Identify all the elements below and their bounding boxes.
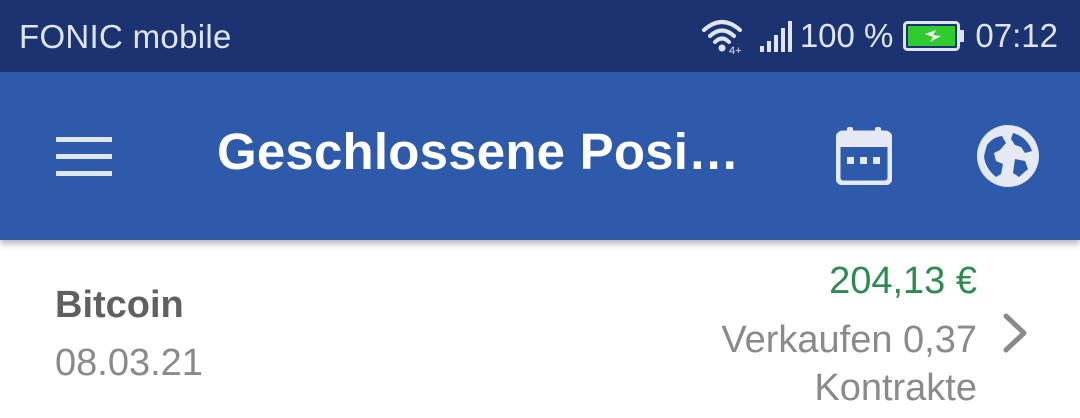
asset-name: Bitcoin	[55, 284, 184, 326]
carrier-name: FONIC mobile	[19, 18, 232, 55]
hamburger-menu-icon[interactable]	[56, 137, 112, 177]
wifi-badge: 4+	[729, 45, 742, 56]
position-date: 08.03.21	[55, 342, 203, 384]
position-amount: 204,13 €	[829, 260, 977, 302]
app-bar: Geschlossene Posi…	[0, 72, 1080, 240]
wifi-icon: 4+	[700, 16, 744, 56]
clock: 07:12	[975, 17, 1058, 54]
chevron-right-icon	[1000, 312, 1030, 354]
battery-charging-icon	[903, 21, 965, 51]
calendar-icon[interactable]	[835, 127, 893, 186]
page-title: Geschlossene Posi…	[217, 123, 740, 180]
list-item[interactable]: Bitcoin 08.03.21 204,13 € Verkaufen 0,37…	[0, 244, 1080, 418]
position-action: Verkaufen 0,37 Kontrakte	[721, 319, 977, 409]
status-icons: 4+ 100 % 07:12	[700, 12, 1058, 60]
globe-icon[interactable]	[975, 123, 1041, 189]
status-bar: FONIC mobile 4+ 100 % 07:12	[0, 0, 1080, 72]
battery-percent: 100 %	[799, 17, 894, 54]
signal-icon	[758, 18, 794, 54]
